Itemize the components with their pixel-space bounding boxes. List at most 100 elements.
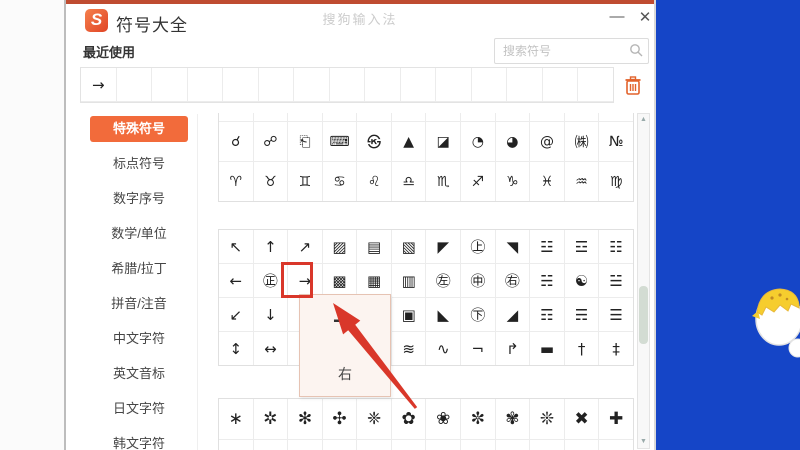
- symbol-cell[interactable]: ♌: [357, 162, 392, 201]
- symbol-cell-empty[interactable]: [436, 68, 472, 101]
- grid-scrollbar[interactable]: ▲ ▼: [637, 113, 650, 449]
- symbol-cell[interactable]: ㊤: [461, 230, 496, 263]
- symbol-cell-empty[interactable]: [323, 113, 358, 121]
- minimize-button[interactable]: —: [606, 6, 628, 28]
- symbol-cell[interactable]: ❀: [426, 399, 461, 439]
- symbol-cell-empty[interactable]: [117, 68, 153, 101]
- symbol-cell[interactable]: ✖: [565, 399, 600, 439]
- symbol-cell-empty[interactable]: [357, 440, 392, 450]
- sidebar-item[interactable]: 标点符号: [90, 151, 188, 177]
- symbol-cell[interactable]: ✣: [323, 399, 358, 439]
- symbol-cell[interactable]: ♓: [530, 162, 565, 201]
- symbol-cell-empty[interactable]: [288, 440, 323, 450]
- symbol-cell[interactable]: ㊥: [461, 264, 496, 297]
- symbol-cell[interactable]: ◕: [496, 122, 531, 161]
- symbol-cell[interactable]: ⌨: [323, 122, 358, 161]
- symbol-cell-empty[interactable]: [254, 113, 289, 121]
- symbol-cell[interactable]: ↑: [254, 230, 289, 263]
- symbol-cell-empty[interactable]: [496, 440, 531, 450]
- symbol-cell-empty[interactable]: [294, 68, 330, 101]
- symbol-cell[interactable]: ◔: [461, 122, 496, 161]
- symbol-cell-empty[interactable]: [330, 68, 366, 101]
- symbol-cell[interactable]: ☲: [565, 230, 600, 263]
- symbol-cell[interactable]: ♈: [219, 162, 254, 201]
- symbol-cell[interactable]: ♐: [461, 162, 496, 201]
- symbol-cell[interactable]: ✻: [288, 399, 323, 439]
- symbol-cell[interactable]: ❈: [357, 399, 392, 439]
- symbol-cell-empty[interactable]: [461, 440, 496, 450]
- symbol-cell-empty[interactable]: [219, 113, 254, 121]
- symbol-cell[interactable]: @: [530, 122, 565, 161]
- symbol-cell-empty[interactable]: [496, 113, 531, 121]
- symbol-cell-empty[interactable]: [426, 440, 461, 450]
- symbol-cell-empty[interactable]: [543, 68, 579, 101]
- symbol-cell[interactable]: ☌: [219, 122, 254, 161]
- symbol-cell-empty[interactable]: [565, 113, 600, 121]
- symbol-cell[interactable]: ✲: [254, 399, 289, 439]
- symbol-cell[interactable]: ☯: [565, 264, 600, 297]
- symbol-cell[interactable]: ㈱: [565, 122, 600, 161]
- symbol-cell-empty[interactable]: [461, 113, 496, 121]
- symbol-cell[interactable]: †: [565, 332, 600, 365]
- symbol-cell-empty[interactable]: [392, 113, 427, 121]
- symbol-cell-empty[interactable]: [288, 113, 323, 121]
- symbol-cell[interactable]: ¬: [461, 332, 496, 365]
- symbol-cell[interactable]: ❊: [530, 399, 565, 439]
- symbol-cell[interactable]: ㊧: [426, 264, 461, 297]
- symbol-cell-empty[interactable]: [254, 440, 289, 450]
- symbol-cell[interactable]: ☳: [530, 230, 565, 263]
- symbol-cell-empty[interactable]: [188, 68, 224, 101]
- symbol-cell[interactable]: ▦: [357, 264, 392, 297]
- symbol-cell[interactable]: ♍: [599, 162, 633, 201]
- symbol-cell[interactable]: ▨: [323, 230, 358, 263]
- sidebar-item-active[interactable]: 特殊符号: [90, 116, 188, 142]
- symbol-cell-empty[interactable]: [530, 113, 565, 121]
- symbol-cell[interactable]: ▧: [392, 230, 427, 263]
- symbol-cell[interactable]: ◤: [426, 230, 461, 263]
- symbol-cell-empty[interactable]: [599, 440, 633, 450]
- symbol-cell[interactable]: ‡: [599, 332, 633, 365]
- symbol-cell[interactable]: ☍: [254, 122, 289, 161]
- symbol-cell-empty[interactable]: [365, 68, 401, 101]
- symbol-cell[interactable]: ▬: [530, 332, 565, 365]
- symbol-cell[interactable]: ✚: [599, 399, 633, 439]
- symbol-cell[interactable]: ✼: [461, 399, 496, 439]
- search-box[interactable]: [494, 38, 649, 64]
- symbol-cell[interactable]: ♋: [323, 162, 358, 201]
- symbol-cell[interactable]: ♑: [496, 162, 531, 201]
- symbol-cell[interactable]: ☴: [565, 298, 600, 331]
- symbol-cell[interactable]: ▩: [323, 264, 358, 297]
- symbol-cell-empty[interactable]: [530, 440, 565, 450]
- symbol-cell-empty[interactable]: [392, 440, 427, 450]
- symbol-cell[interactable]: ▥: [392, 264, 427, 297]
- symbol-cell[interactable]: ▲: [392, 122, 427, 161]
- symbol-cell[interactable]: ↱: [496, 332, 531, 365]
- symbol-cell[interactable]: ☱: [599, 264, 633, 297]
- search-input[interactable]: [501, 40, 625, 62]
- symbol-cell[interactable]: ←: [219, 264, 254, 297]
- symbol-cell[interactable]: ♊: [288, 162, 323, 201]
- symbol-cell-empty[interactable]: [259, 68, 295, 101]
- scroll-up-arrow-icon[interactable]: ▲: [638, 115, 649, 125]
- symbol-cell[interactable]: ◪: [426, 122, 461, 161]
- sidebar-item[interactable]: 中文字符: [90, 326, 188, 352]
- symbol-cell[interactable]: ↓: [254, 298, 289, 331]
- symbol-cell-empty[interactable]: [565, 440, 600, 450]
- symbol-cell[interactable]: →: [81, 68, 117, 101]
- symbol-cell[interactable]: ㊦: [461, 298, 496, 331]
- symbol-cell[interactable]: ◢: [496, 298, 531, 331]
- symbol-cell[interactable]: ♒: [565, 162, 600, 201]
- symbol-cell[interactable]: ◣: [426, 298, 461, 331]
- sidebar-item[interactable]: 数学/单位: [90, 221, 188, 247]
- sidebar-item[interactable]: 韩文字符: [90, 431, 188, 450]
- search-icon[interactable]: [629, 43, 643, 57]
- symbol-cell-empty[interactable]: [599, 113, 633, 121]
- symbol-cell-empty[interactable]: [357, 113, 392, 121]
- symbol-cell[interactable]: ♎: [392, 162, 427, 201]
- trash-icon[interactable]: [624, 76, 642, 95]
- symbol-cell[interactable]: №: [599, 122, 633, 161]
- sidebar-item[interactable]: 数字序号: [90, 186, 188, 212]
- sidebar-item[interactable]: 日文字符: [90, 396, 188, 422]
- symbol-cell[interactable]: ☰: [599, 298, 633, 331]
- symbol-cell[interactable]: ↙: [219, 298, 254, 331]
